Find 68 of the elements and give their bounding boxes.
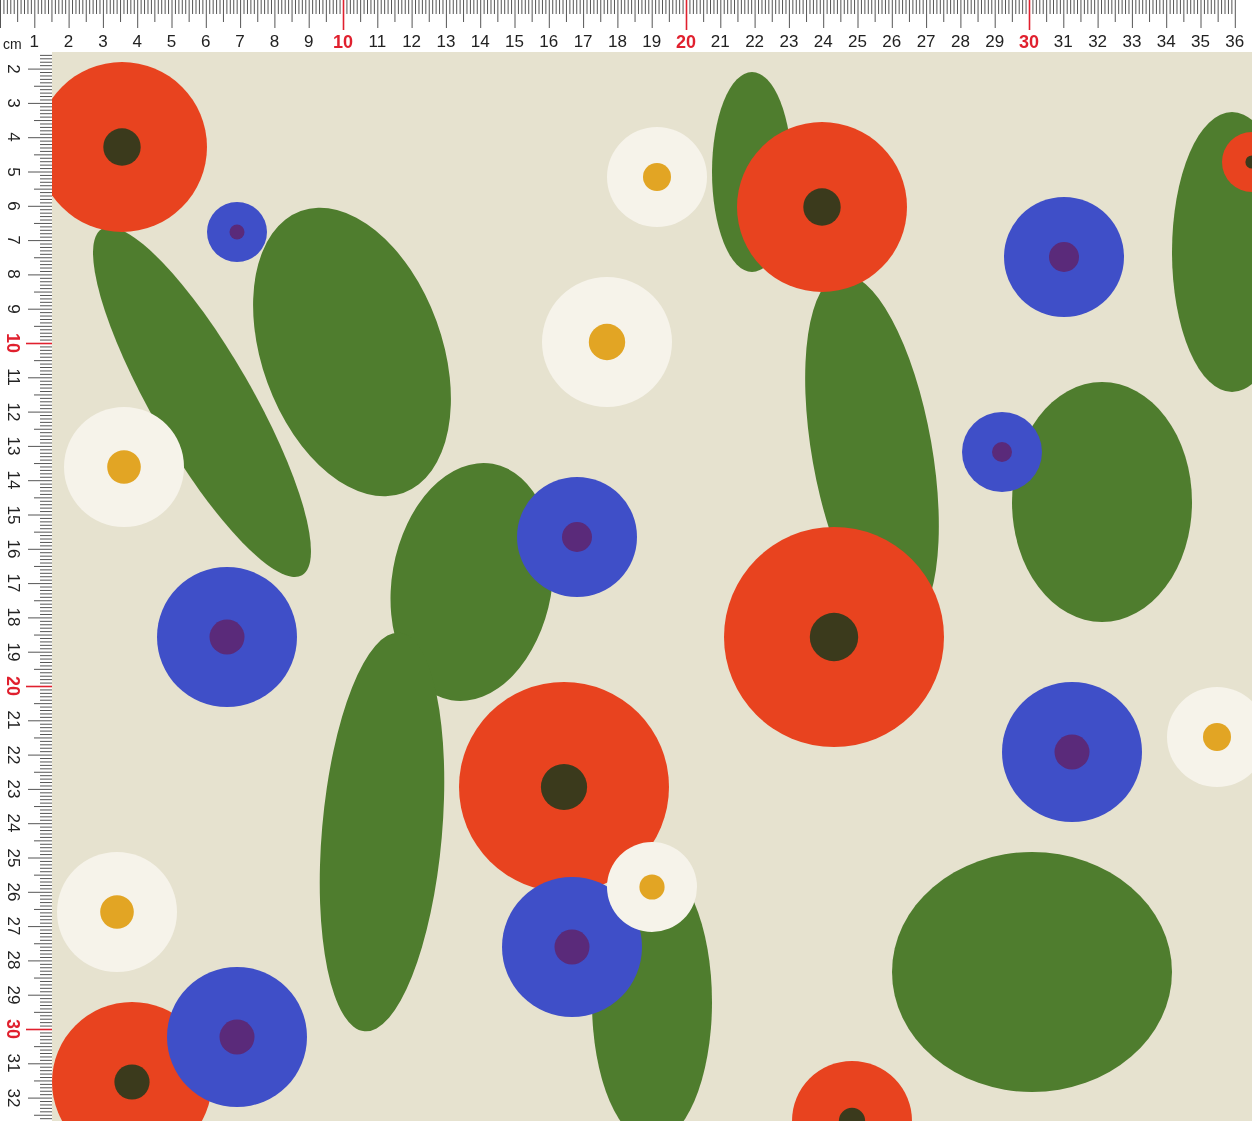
ruler-number: 34 — [1156, 33, 1176, 51]
ruler-number: 9 — [303, 33, 314, 51]
ruler-number: 5 — [166, 33, 177, 51]
ruler-number: 8 — [3, 268, 23, 282]
ruler-number: 10 — [3, 332, 23, 355]
ruler-number: 11 — [368, 33, 387, 51]
ruler-number: 18 — [607, 33, 627, 51]
ruler-number: 16 — [3, 538, 23, 561]
ruler-number: 31 — [3, 1052, 23, 1075]
ruler-number: 4 — [3, 131, 23, 144]
ruler-number: 30 — [3, 1018, 23, 1041]
ruler-number: 19 — [3, 641, 23, 664]
ruler-number: 7 — [235, 33, 245, 51]
ruler-number: 28 — [3, 949, 23, 972]
ruler-number: 13 — [3, 435, 23, 458]
ruler-number: 17 — [3, 572, 23, 595]
ruler-number: 36 — [1225, 33, 1245, 51]
ruler-number: 18 — [3, 606, 23, 629]
ruler-number: 9 — [3, 302, 23, 316]
ruler-number: 16 — [539, 33, 559, 51]
ruler-number: 20 — [3, 675, 23, 698]
ruler-number: 2 — [3, 62, 23, 76]
ruler-number: 15 — [505, 33, 524, 51]
ruler-number: 14 — [3, 469, 23, 492]
ruler-number: 25 — [848, 33, 867, 51]
ruler-number: 26 — [882, 33, 902, 51]
ruler-number: 3 — [3, 97, 23, 110]
ruler-number: 21 — [3, 709, 23, 732]
ruler-number: 1 — [29, 33, 40, 51]
ruler-number: 15 — [3, 504, 23, 526]
ruler-number: 26 — [3, 881, 23, 904]
ruler-number: 6 — [201, 33, 211, 51]
ruler-number: 20 — [676, 33, 696, 51]
ruler-number: 4 — [132, 33, 142, 51]
ruler-number: 23 — [3, 778, 23, 801]
ruler-number: 32 — [1088, 33, 1108, 51]
ruler-number: 33 — [1122, 33, 1142, 51]
ruler-number: 29 — [3, 984, 23, 1007]
ruler-number: 24 — [3, 812, 23, 835]
ruler-number: 30 — [1019, 33, 1039, 51]
ruler-number: 27 — [3, 915, 23, 938]
ruler-number: 10 — [333, 33, 353, 51]
ruler-number: 22 — [745, 33, 765, 51]
ruler-number: 12 — [3, 401, 23, 424]
ruler-number: 3 — [98, 33, 108, 51]
ruler-number: 28 — [950, 33, 970, 51]
ruler-number: 27 — [916, 33, 936, 51]
ruler-number: 2 — [63, 33, 74, 51]
ruler-number: 11 — [3, 367, 23, 389]
ruler-number: 7 — [3, 234, 23, 247]
ruler-number: 17 — [573, 33, 593, 51]
unit-label: cm — [3, 37, 22, 51]
ruler-number: 6 — [3, 200, 23, 213]
ruler-number: 22 — [3, 744, 23, 767]
ruler-number: 25 — [3, 847, 23, 869]
ruler-number: 35 — [1191, 33, 1210, 51]
ruler-number: 13 — [436, 33, 456, 51]
ruler-number: 5 — [3, 165, 23, 179]
ruler-number: 24 — [813, 33, 833, 51]
ruler-number: 19 — [642, 33, 662, 51]
ruler-number: 23 — [779, 33, 799, 51]
ruler-number: 21 — [710, 33, 730, 51]
ruler-number: 31 — [1053, 33, 1073, 51]
ruler-number: 32 — [3, 1087, 23, 1110]
ruler-number: 12 — [402, 33, 422, 51]
ruler-number: 29 — [985, 33, 1005, 51]
ruler-number: 14 — [470, 33, 490, 51]
ruler-number: 8 — [269, 33, 280, 51]
